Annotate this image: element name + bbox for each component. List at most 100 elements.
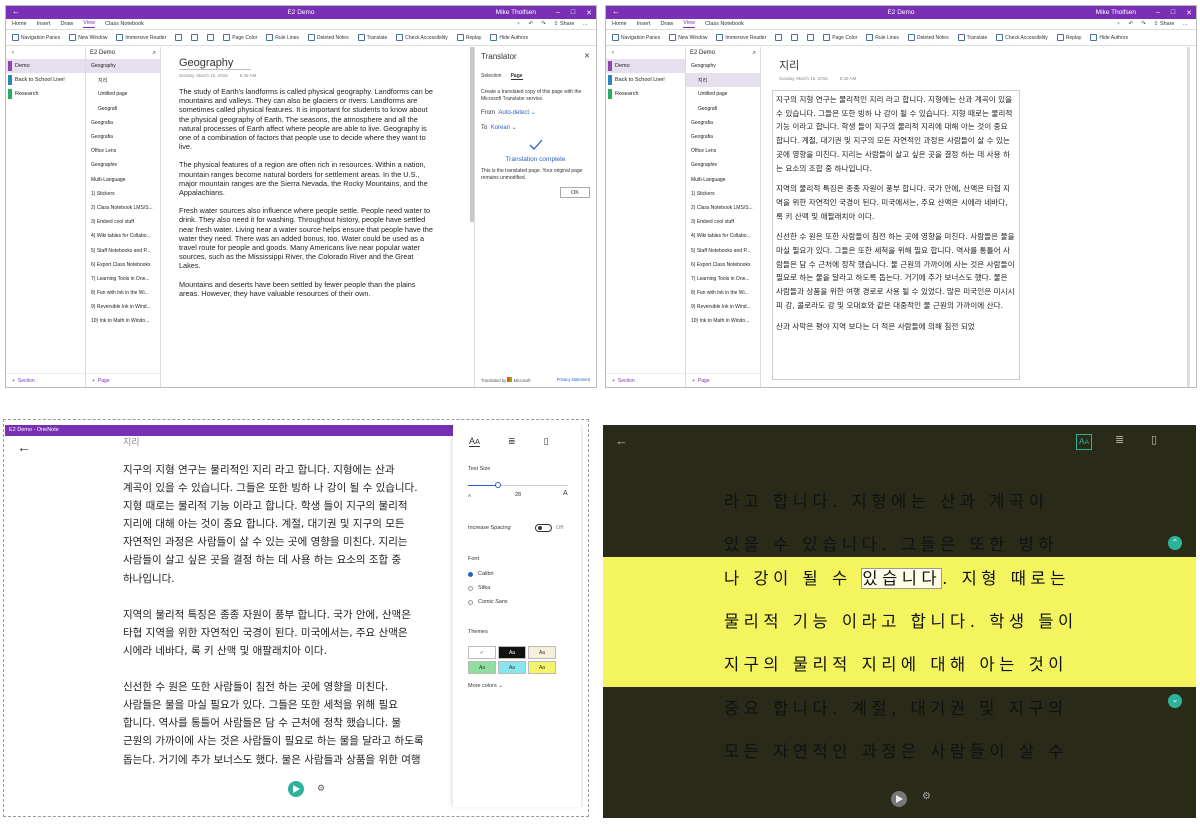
section-item-back-to-school[interactable]: Back to School Live! bbox=[606, 73, 685, 87]
theme-swatch[interactable]: Aa bbox=[498, 661, 526, 674]
page-list-item[interactable]: 10) Ink to Math in Windo... bbox=[686, 314, 760, 328]
more-icon[interactable]: … bbox=[583, 21, 589, 27]
page-list-item[interactable]: 7) Learning Tools in One... bbox=[686, 272, 760, 286]
notebook-name[interactable]: E2 Demo bbox=[690, 50, 715, 56]
page-color-button[interactable]: Page Color bbox=[223, 34, 257, 41]
more-colors-link[interactable]: More colors ⌄ bbox=[468, 683, 503, 689]
close-icon[interactable]: ✕ bbox=[586, 9, 592, 17]
redo-icon[interactable]: ↷ bbox=[1141, 21, 1146, 27]
theme-swatch[interactable]: Aa bbox=[468, 661, 496, 674]
page-list-item[interactable]: Geographie bbox=[686, 158, 760, 172]
page-canvas[interactable]: 지리 Sunday, March 15, 2015 6:38 AM 지구의 지형 … bbox=[762, 47, 1196, 387]
page-list-item[interactable]: Geographie bbox=[86, 158, 160, 172]
lightbulb-icon[interactable]: ♀ bbox=[1116, 21, 1120, 27]
page-list-item[interactable]: Geografi bbox=[686, 102, 760, 116]
tab-view[interactable]: View bbox=[683, 20, 696, 28]
new-window-button[interactable]: New Window bbox=[69, 34, 107, 41]
spacing-toggle[interactable] bbox=[535, 524, 552, 532]
page-list-item[interactable]: 지리 bbox=[86, 73, 160, 87]
privacy-statement-link[interactable]: Privacy statement bbox=[557, 377, 590, 383]
deleted-notes-button[interactable]: Deleted Notes bbox=[307, 34, 349, 41]
add-section-button[interactable]: + Section bbox=[6, 373, 85, 387]
page-list-item[interactable]: Geography bbox=[686, 59, 760, 73]
navigation-panes-button[interactable]: Navigation Panes bbox=[12, 34, 60, 41]
navigation-panes-button[interactable]: Navigation Panes bbox=[612, 34, 660, 41]
page-list-item[interactable]: 9) Reversible Ink in Wind... bbox=[686, 300, 760, 314]
page-list-item[interactable]: 6) Export Class Notebooks bbox=[86, 258, 160, 272]
page-color-button[interactable]: Page Color bbox=[823, 34, 857, 41]
text-size-slider-thumb[interactable] bbox=[495, 482, 501, 488]
page-width-button[interactable] bbox=[207, 34, 215, 41]
page-canvas[interactable]: Geography Sunday, March 15, 2015 6:38 AM … bbox=[162, 47, 474, 387]
theme-swatch[interactable]: Aa bbox=[528, 646, 556, 659]
page-list-item[interactable]: 2) Class Notebook LMS/S... bbox=[686, 201, 760, 215]
deleted-notes-button[interactable]: Deleted Notes bbox=[907, 34, 949, 41]
page-list-item[interactable]: Multi-Language bbox=[86, 173, 160, 187]
add-page-button[interactable]: + Page bbox=[686, 373, 760, 387]
page-list-item[interactable]: 3) Embed cool stuff bbox=[686, 215, 760, 229]
page-list-item[interactable]: 1) Stickers bbox=[86, 187, 160, 201]
page-body[interactable]: The study of Earth's landforms is called… bbox=[179, 87, 434, 298]
page-list-item[interactable]: Untitled page bbox=[86, 87, 160, 101]
page-list-item[interactable]: Geography bbox=[86, 59, 160, 74]
new-window-button[interactable]: New Window bbox=[669, 34, 707, 41]
add-section-button[interactable]: + Section bbox=[606, 373, 685, 387]
grammar-options-icon[interactable]: ≣ bbox=[508, 436, 516, 447]
page-list-item[interactable]: Geografi bbox=[86, 102, 160, 116]
chevron-left-icon[interactable]: ‹ bbox=[12, 50, 14, 56]
font-option-sitka[interactable]: Sitka bbox=[468, 585, 490, 591]
from-dropdown[interactable]: Auto-detect bbox=[498, 110, 529, 116]
page-list-item[interactable]: 5) Staff Notebooks and P... bbox=[86, 243, 160, 257]
page-list-item[interactable]: 3) Embed cool stuff bbox=[86, 215, 160, 229]
page-list-item[interactable]: Geografia bbox=[86, 116, 160, 130]
translate-button[interactable]: Translate bbox=[957, 34, 987, 41]
tab-class-notebook[interactable]: Class Notebook bbox=[105, 21, 144, 27]
tab-home[interactable]: Home bbox=[12, 21, 27, 27]
page-list-item[interactable]: Office Lens bbox=[686, 144, 760, 158]
user-name[interactable]: Mike Tholfsen bbox=[496, 9, 536, 16]
section-item-demo[interactable]: Demo bbox=[606, 59, 685, 73]
page-list-item[interactable]: 7) Learning Tools in One... bbox=[86, 272, 160, 286]
back-arrow-icon[interactable]: ← bbox=[615, 433, 628, 448]
page-list-item[interactable]: 2) Class Notebook LMS/S... bbox=[86, 201, 160, 215]
search-icon[interactable]: ⌕ bbox=[153, 50, 156, 57]
page-list-item[interactable]: 8) Fun with Ink in the Wi... bbox=[686, 286, 760, 300]
zoom-in-button[interactable] bbox=[791, 34, 799, 41]
section-item-back-to-school[interactable]: Back to School Live! bbox=[6, 73, 85, 87]
zoom-in-button[interactable] bbox=[191, 34, 199, 41]
scrollbar[interactable] bbox=[1187, 47, 1190, 387]
scroll-up-button[interactable]: ⌃ bbox=[1168, 536, 1182, 550]
tab-insert[interactable]: Insert bbox=[37, 21, 51, 27]
more-icon[interactable]: … bbox=[1183, 21, 1189, 27]
check-accessibility-button[interactable]: Check Accessibility bbox=[396, 34, 448, 41]
share-button[interactable]: ⇪ Share bbox=[1154, 21, 1175, 27]
translate-button[interactable]: Translate bbox=[357, 34, 387, 41]
chevron-left-icon[interactable]: ‹ bbox=[612, 50, 614, 56]
page-list-item[interactable]: Geografia bbox=[686, 116, 760, 130]
section-item-demo[interactable]: Demo bbox=[6, 59, 85, 73]
minimize-icon[interactable]: – bbox=[1156, 9, 1160, 17]
lightbulb-icon[interactable]: ♀ bbox=[516, 21, 520, 27]
rule-lines-button[interactable]: Rule Lines bbox=[266, 34, 299, 41]
notebook-header[interactable]: ‹ bbox=[606, 47, 685, 59]
page-list-item[interactable]: Geografia bbox=[86, 130, 160, 144]
theme-swatch[interactable]: Aa bbox=[528, 661, 556, 674]
tab-draw[interactable]: Draw bbox=[660, 21, 673, 27]
grammar-options-icon[interactable]: ≣ bbox=[1115, 433, 1124, 446]
user-name[interactable]: Mike Tholfsen bbox=[1096, 9, 1136, 16]
page-list-item[interactable]: Office Lens bbox=[86, 144, 160, 158]
zoom-out-button[interactable] bbox=[175, 34, 183, 41]
rule-lines-button[interactable]: Rule Lines bbox=[866, 34, 899, 41]
add-page-button[interactable]: + Page bbox=[86, 373, 160, 387]
play-button[interactable] bbox=[288, 781, 304, 797]
voice-settings-icon[interactable]: ⚙ bbox=[317, 783, 325, 794]
page-list-item[interactable]: 9) Reversible Ink in Wind... bbox=[86, 300, 160, 314]
tab-selection[interactable]: Selection bbox=[481, 73, 502, 80]
page-body[interactable]: 지구의 지형 연구는 물리적인 지리 라고 합니다. 지형에는 산과 계곡이 있… bbox=[772, 90, 1020, 380]
maximize-icon[interactable]: □ bbox=[1171, 9, 1175, 17]
undo-icon[interactable]: ↶ bbox=[1128, 21, 1133, 27]
page-list-item[interactable]: Multi-Language bbox=[686, 173, 760, 187]
focus-text-active[interactable]: 나 강이 될 수 있습니다. 지형 때로는 물리적 기능 이라고 합니다. 학생… bbox=[724, 557, 1078, 686]
tab-draw[interactable]: Draw bbox=[60, 21, 73, 27]
tab-home[interactable]: Home bbox=[612, 21, 627, 27]
